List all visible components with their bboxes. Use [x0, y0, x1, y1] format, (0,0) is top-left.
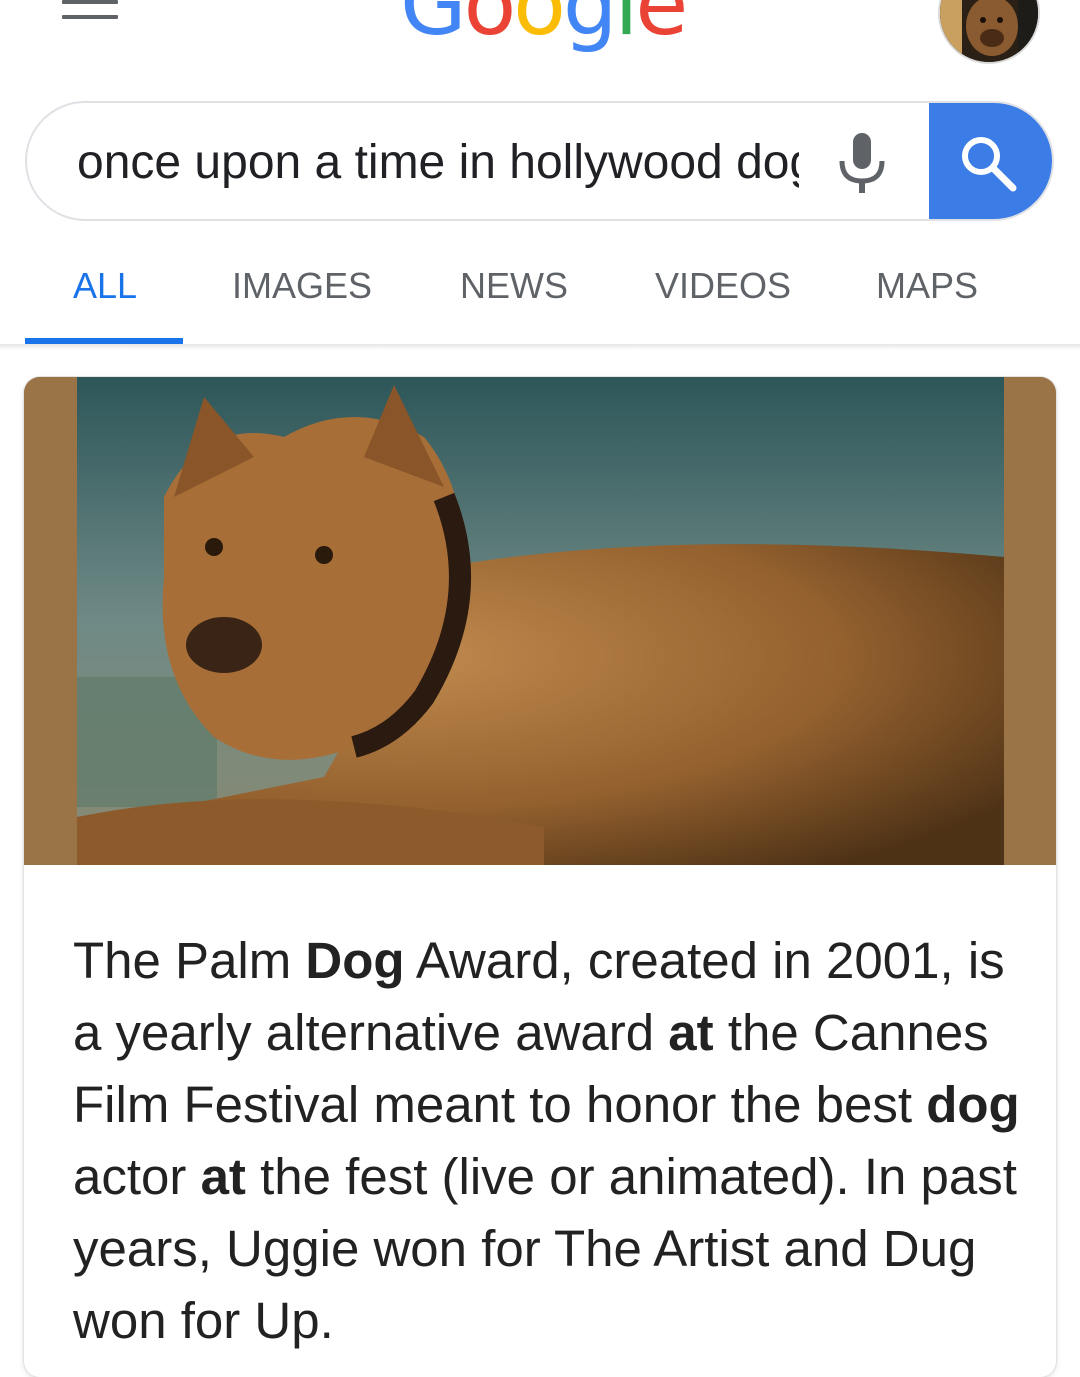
- snippet-highlight: at: [200, 1148, 246, 1205]
- search-input[interactable]: once upon a time in hollywood dog: [77, 128, 799, 198]
- search-header: Google once upon a time in hollywood dog: [0, 0, 1080, 345]
- featured-snippet-card[interactable]: The Palm Dog Award, created in 2001, is …: [24, 377, 1056, 1377]
- snippet-text: The Palm Dog Award, created in 2001, is …: [73, 925, 1033, 1357]
- logo-letter: o: [513, 0, 566, 55]
- logo-letter: l: [614, 0, 639, 55]
- tab-maps[interactable]: MAPS: [876, 266, 978, 306]
- snippet-segment: The Palm: [73, 932, 306, 989]
- search-icon: [962, 137, 1017, 192]
- search-button[interactable]: [929, 103, 1052, 219]
- tab-images[interactable]: IMAGES: [232, 266, 372, 306]
- snippet-highlight: Dog: [305, 932, 405, 989]
- microphone-icon[interactable]: [832, 131, 892, 197]
- tab-overflow-indicator[interactable]: [1066, 270, 1080, 310]
- result-image[interactable]: [24, 377, 1056, 865]
- tab-videos[interactable]: VIDEOS: [655, 266, 791, 306]
- tab-all[interactable]: ALL: [73, 266, 137, 306]
- search-bar: once upon a time in hollywood dog: [25, 101, 1054, 221]
- header-divider: [0, 344, 1080, 350]
- logo-letter: o: [463, 0, 517, 55]
- logo-letter: G: [400, 0, 467, 55]
- snippet-highlight: at: [668, 1004, 714, 1061]
- logo-letter: g: [562, 0, 618, 55]
- google-logo[interactable]: Google: [400, 0, 688, 55]
- search-tabs: ALL IMAGES NEWS VIDEOS MAPS: [0, 250, 1080, 345]
- logo-letter: e: [635, 0, 688, 55]
- avatar-dog-image: [940, 0, 1038, 62]
- tab-news[interactable]: NEWS: [460, 266, 568, 306]
- hamburger-menu-icon[interactable]: [62, 0, 118, 22]
- snippet-segment: actor: [73, 1148, 201, 1205]
- profile-avatar[interactable]: [938, 0, 1040, 64]
- dog-photo: [24, 377, 1056, 865]
- snippet-highlight: dog: [926, 1076, 1020, 1133]
